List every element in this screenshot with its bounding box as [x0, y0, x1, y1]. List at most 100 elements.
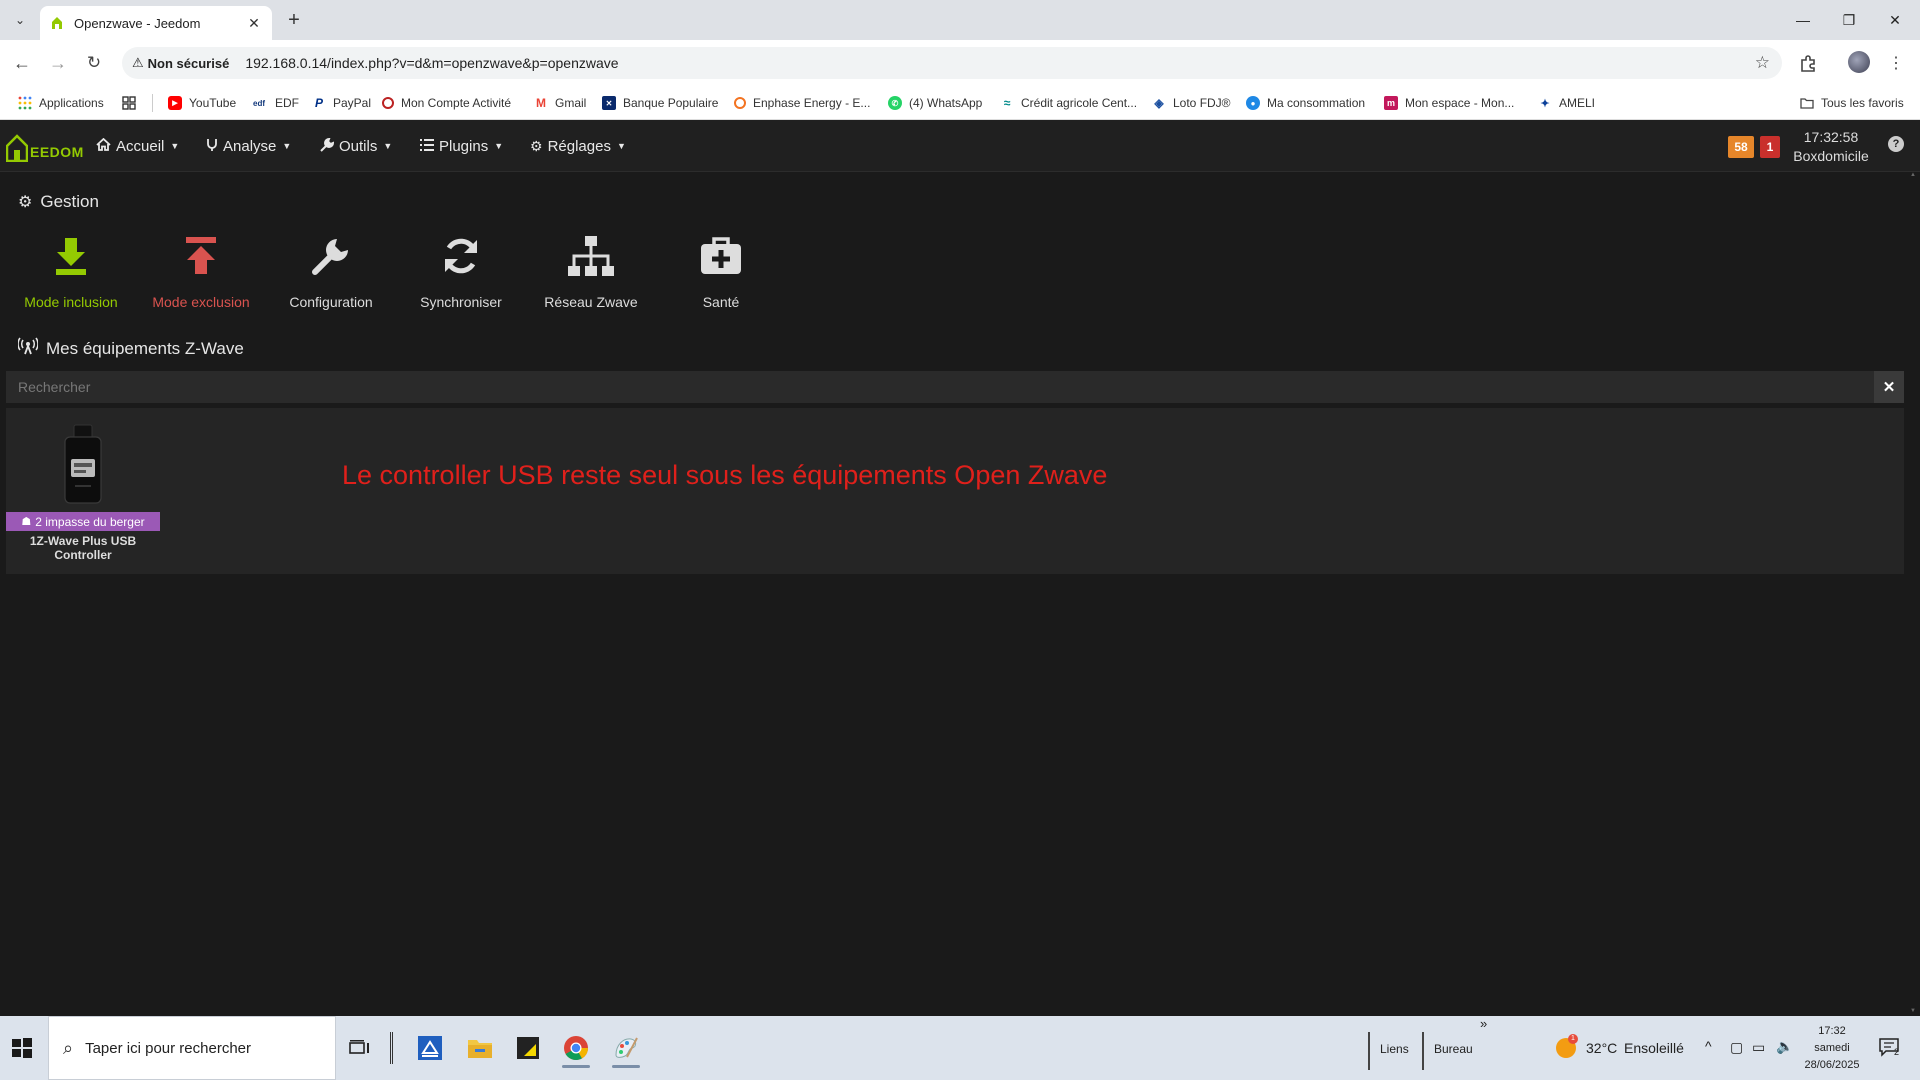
mode-exclusion-button[interactable]: Mode exclusion	[136, 228, 266, 310]
equipments-title-text: Mes équipements Z-Wave	[46, 338, 244, 358]
bookmark-banque-populaire[interactable]: ✕ Banque Populaire	[602, 94, 718, 112]
security-label[interactable]: Non sécurisé	[148, 56, 230, 71]
bookmark-label: (4) WhatsApp	[909, 96, 983, 110]
gestion-title-text: Gestion	[40, 192, 99, 211]
medkit-icon	[656, 228, 786, 284]
credit-agricole-icon: ≈	[1003, 96, 1011, 110]
jeedom-logo[interactable]: EEDOM	[5, 130, 84, 163]
profile-avatar[interactable]	[1848, 51, 1870, 73]
bookmark-label: Banque Populaire	[623, 96, 719, 110]
caret-down-icon: ▼	[282, 141, 292, 151]
new-tab-button[interactable]: +	[282, 8, 306, 32]
toolbar-expand-chevron[interactable]: »	[1480, 1016, 1487, 1031]
bookmark-loto[interactable]: ◈ Loto FDJ®	[1152, 94, 1230, 112]
volume-icon[interactable]: 🔈	[1776, 1038, 1793, 1055]
gmail-icon: M	[536, 96, 546, 110]
bookmark-paypal[interactable]: P PayPal	[312, 94, 371, 112]
bookmark-grid[interactable]	[122, 94, 143, 112]
bookmark-ma-consommation[interactable]: ● Ma consommation	[1246, 94, 1365, 112]
notification-center-icon[interactable]: 2	[1878, 1036, 1900, 1058]
chrome-taskbar-icon[interactable]	[556, 1028, 596, 1068]
tab-close-icon[interactable]: ✕	[246, 15, 262, 32]
warning-count-badge[interactable]: 58	[1728, 136, 1754, 158]
mon-espace-icon: m	[1384, 96, 1398, 110]
action-label: Santé	[702, 294, 740, 310]
taskbar-search-text: Taper ici pour rechercher	[85, 1039, 252, 1057]
ameli-icon: ✦	[1540, 97, 1550, 110]
configuration-button[interactable]: Configuration	[266, 228, 396, 310]
equipment-search-input[interactable]	[6, 371, 1874, 403]
bookmark-mon-espace[interactable]: m Mon espace - Mon...	[1384, 94, 1514, 112]
taskbar-clock[interactable]: 17:32 samedi 28/06/2025	[1800, 1023, 1864, 1074]
bookmark-enphase[interactable]: Enphase Energy - E...	[734, 94, 870, 112]
menu-accueil[interactable]: Accueil ▼	[96, 136, 179, 156]
restore-icon[interactable]: ❐	[1826, 6, 1872, 34]
taskbar-app-docs[interactable]	[410, 1028, 450, 1068]
links-toolbar[interactable]: Liens	[1380, 1042, 1409, 1056]
show-hidden-icons[interactable]: ^	[1705, 1038, 1712, 1054]
minimize-icon[interactable]: —	[1780, 6, 1826, 34]
caret-down-icon: ▼	[494, 141, 504, 151]
notification-count: 2	[1893, 1047, 1899, 1057]
bookmark-whatsapp[interactable]: ✆ (4) WhatsApp	[888, 94, 982, 112]
help-icon[interactable]: ?	[1888, 136, 1904, 152]
bookmark-credit-agricole[interactable]: ≈ Crédit agricole Cent...	[1000, 94, 1137, 112]
task-view-icon[interactable]	[340, 1028, 380, 1068]
reload-icon[interactable]: ↻	[82, 51, 106, 75]
windows-start-icon[interactable]	[10, 1036, 34, 1060]
tab-search-icon[interactable]: ⌄	[8, 8, 32, 32]
synchroniser-button[interactable]: Synchroniser	[396, 228, 526, 310]
equipment-list: ☗ 2 impasse du berger 1Z-Wave Plus USB C…	[6, 408, 1904, 574]
window-close-icon[interactable]: ✕	[1872, 6, 1918, 34]
active-app-indicator	[612, 1065, 640, 1068]
file-explorer-icon[interactable]	[460, 1028, 500, 1068]
network-icon[interactable]: ▭	[1752, 1039, 1765, 1056]
browser-tab[interactable]: Openzwave - Jeedom ✕	[40, 6, 272, 40]
sante-button[interactable]: Santé	[656, 228, 786, 310]
browser-tab-bar: ⌄ Openzwave - Jeedom ✕ + — ❐ ✕	[0, 0, 1920, 40]
extensions-icon[interactable]	[1796, 51, 1820, 75]
bookmarks-bar: Applications ▶ YouTube edf EDF P PayPal …	[0, 86, 1920, 120]
scroll-up-arrow[interactable]: ▲	[1910, 172, 1916, 178]
sticky-notes-icon[interactable]	[508, 1028, 548, 1068]
windows-taskbar: ⌕ Taper ici pour rechercher Liens Bureau…	[0, 1016, 1920, 1080]
paint-icon[interactable]	[606, 1028, 646, 1068]
forward-icon[interactable]: →	[46, 51, 70, 75]
all-bookmarks[interactable]: Tous les favoris	[1800, 94, 1904, 112]
url-text[interactable]: 192.168.0.14/index.php?v=d&m=openzwave&p…	[245, 55, 618, 71]
url-omnibox[interactable]: ⚠ Non sécurisé 192.168.0.14/index.php?v=…	[122, 47, 1782, 79]
bookmark-ameli[interactable]: ✦ AMELI	[1538, 94, 1595, 112]
bureau-toolbar[interactable]: Bureau	[1434, 1042, 1473, 1056]
search-clear-icon[interactable]: ✕	[1874, 371, 1904, 403]
error-count-badge[interactable]: 1	[1760, 136, 1780, 158]
bookmark-label: PayPal	[333, 96, 372, 110]
bookmark-youtube[interactable]: ▶ YouTube	[168, 94, 236, 112]
equipment-card[interactable]: ☗ 2 impasse du berger 1Z-Wave Plus USB C…	[6, 408, 160, 574]
scroll-down-arrow[interactable]: ▼	[1910, 1008, 1916, 1014]
mode-inclusion-button[interactable]: Mode inclusion	[6, 228, 136, 310]
bookmark-edf[interactable]: edf EDF	[250, 94, 299, 112]
weather-text[interactable]: Ensoleillé	[1624, 1040, 1684, 1056]
weather-temp[interactable]: 32°C	[1586, 1040, 1617, 1056]
bookmark-applications[interactable]: Applications	[18, 94, 104, 112]
menu-reglages[interactable]: ⚙ Réglages ▼	[530, 136, 626, 156]
taskbar-day: samedi	[1814, 1042, 1850, 1054]
bookmark-mon-compte[interactable]: Mon Compte Activité	[382, 94, 511, 112]
action-label: Synchroniser	[420, 294, 502, 310]
wrench-icon	[320, 137, 335, 155]
search-icon: ⌕	[63, 1037, 74, 1058]
meet-now-icon[interactable]: ▢	[1730, 1039, 1743, 1056]
reseau-zwave-button[interactable]: Réseau Zwave	[526, 228, 656, 310]
youtube-icon: ▶	[168, 96, 182, 110]
menu-plugins[interactable]: Plugins ▼	[420, 136, 503, 156]
bookmark-star-icon[interactable]: ☆	[1755, 53, 1770, 73]
menu-outils[interactable]: Outils ▼	[320, 136, 392, 156]
chrome-menu-icon[interactable]: ⋮	[1884, 51, 1908, 75]
taskbar-search[interactable]: ⌕ Taper ici pour rechercher	[48, 1016, 336, 1080]
bookmark-label: Mon Compte Activité	[401, 96, 512, 110]
stethoscope-icon	[206, 138, 218, 155]
menu-analyse[interactable]: Analyse ▼	[206, 136, 291, 156]
clock-time: 17:32:58	[1803, 129, 1859, 145]
back-icon[interactable]: ←	[10, 51, 34, 75]
bookmark-gmail[interactable]: M Gmail	[534, 94, 586, 112]
